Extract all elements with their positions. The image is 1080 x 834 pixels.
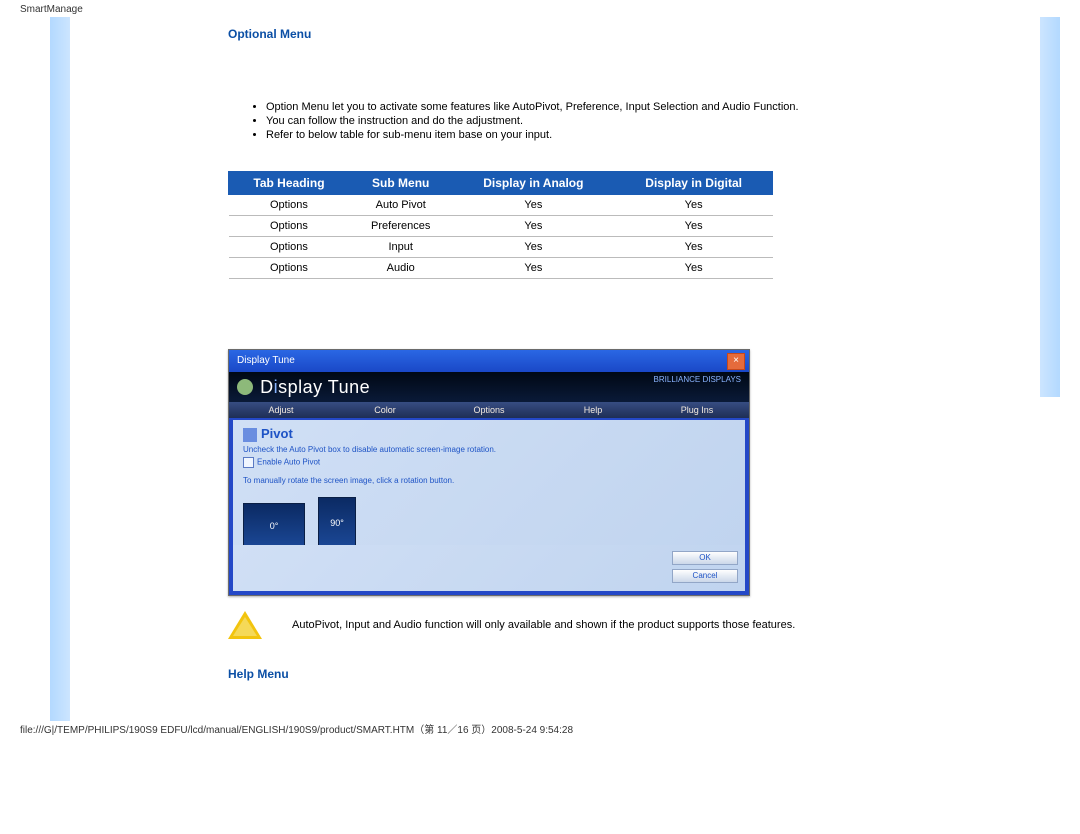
cell: Yes bbox=[615, 237, 773, 258]
help-menu-heading: Help Menu bbox=[228, 667, 1040, 681]
th-sub-menu: Sub Menu bbox=[349, 172, 452, 195]
tab-color[interactable]: Color bbox=[333, 402, 437, 418]
note-text: AutoPivot, Input and Audio function will… bbox=[292, 619, 795, 631]
manual-hint-text: To manually rotate the screen image, cli… bbox=[243, 476, 735, 485]
brand-bar: Display Tune Display Tune BRILLIANCE DIS… bbox=[229, 372, 749, 402]
rotation-buttons: 0° 90° bbox=[243, 497, 735, 552]
cell: Options bbox=[229, 258, 350, 279]
cell: Preferences bbox=[349, 216, 452, 237]
left-decor-band bbox=[50, 17, 70, 721]
bullet-item: Refer to below table for sub-menu item b… bbox=[266, 129, 1040, 141]
cell: Options bbox=[229, 195, 350, 216]
rotate-0-button[interactable]: 0° bbox=[243, 503, 305, 549]
cell: Options bbox=[229, 216, 350, 237]
submenu-table: Tab Heading Sub Menu Display in Analog D… bbox=[228, 171, 773, 279]
brand-text: Display Tune bbox=[260, 377, 370, 397]
cancel-button[interactable]: Cancel bbox=[672, 569, 738, 583]
warning-icon bbox=[228, 611, 262, 641]
cell: Yes bbox=[452, 258, 615, 279]
checkbox-icon[interactable] bbox=[243, 457, 254, 468]
table-row: Options Auto Pivot Yes Yes bbox=[229, 195, 773, 216]
checkbox-label: Enable Auto Pivot bbox=[257, 457, 320, 466]
app-screenshot: Display Tune × Display Tune Display Tune… bbox=[228, 349, 750, 596]
cell: Audio bbox=[349, 258, 452, 279]
cell: Yes bbox=[452, 237, 615, 258]
bullet-item: You can follow the instruction and do th… bbox=[266, 115, 1040, 127]
cell: Input bbox=[349, 237, 452, 258]
cell: Yes bbox=[452, 216, 615, 237]
tab-help[interactable]: Help bbox=[541, 402, 645, 418]
ok-button[interactable]: OK bbox=[672, 551, 738, 565]
rotate-90-button[interactable]: 90° bbox=[318, 497, 356, 549]
tab-options[interactable]: Options bbox=[437, 402, 541, 418]
cell: Yes bbox=[615, 195, 773, 216]
gear-icon bbox=[237, 379, 253, 395]
brand-sublabel: BRILLIANCE DISPLAYS bbox=[654, 375, 741, 385]
footer-path: file:///G|/TEMP/PHILIPS/190S9 EDFU/lcd/m… bbox=[0, 721, 1080, 746]
page-header: SmartManage bbox=[0, 0, 1080, 17]
panel-title: Pivot bbox=[243, 426, 735, 442]
optional-menu-heading: Optional Menu bbox=[228, 27, 1040, 41]
cell: Yes bbox=[615, 258, 773, 279]
tab-plugins[interactable]: Plug Ins bbox=[645, 402, 749, 418]
auto-pivot-checkbox-row[interactable]: Enable Auto Pivot bbox=[243, 457, 735, 468]
cell: Options bbox=[229, 237, 350, 258]
table-row: Options Audio Yes Yes bbox=[229, 258, 773, 279]
table-header-row: Tab Heading Sub Menu Display in Analog D… bbox=[229, 172, 773, 195]
window-title: Display Tune bbox=[237, 355, 295, 366]
th-display-analog: Display in Analog bbox=[452, 172, 615, 195]
pivot-icon bbox=[243, 428, 257, 442]
dialog-buttons: OK Cancel bbox=[233, 545, 745, 591]
th-tab-heading: Tab Heading bbox=[229, 172, 350, 195]
close-icon[interactable]: × bbox=[727, 353, 745, 370]
app-panel: Pivot Uncheck the Auto Pivot box to disa… bbox=[233, 420, 745, 550]
note-row: AutoPivot, Input and Audio function will… bbox=[228, 611, 1040, 641]
window-titlebar: Display Tune × bbox=[229, 350, 749, 372]
optional-menu-bullets: Option Menu let you to activate some fea… bbox=[248, 101, 1040, 141]
cell: Yes bbox=[452, 195, 615, 216]
hint-text: Uncheck the Auto Pivot box to disable au… bbox=[243, 445, 735, 454]
table-row: Options Input Yes Yes bbox=[229, 237, 773, 258]
app-tabs: AdjustColorOptionsHelpPlug Ins bbox=[229, 402, 749, 418]
th-display-digital: Display in Digital bbox=[615, 172, 773, 195]
tab-adjust[interactable]: Adjust bbox=[229, 402, 333, 418]
table-row: Options Preferences Yes Yes bbox=[229, 216, 773, 237]
content-area: Optional Menu Option Menu let you to act… bbox=[70, 17, 1040, 721]
page-body: Optional Menu Option Menu let you to act… bbox=[50, 17, 1060, 721]
bullet-item: Option Menu let you to activate some fea… bbox=[266, 101, 1040, 113]
right-decor-band bbox=[1040, 17, 1060, 397]
cell: Auto Pivot bbox=[349, 195, 452, 216]
cell: Yes bbox=[615, 216, 773, 237]
